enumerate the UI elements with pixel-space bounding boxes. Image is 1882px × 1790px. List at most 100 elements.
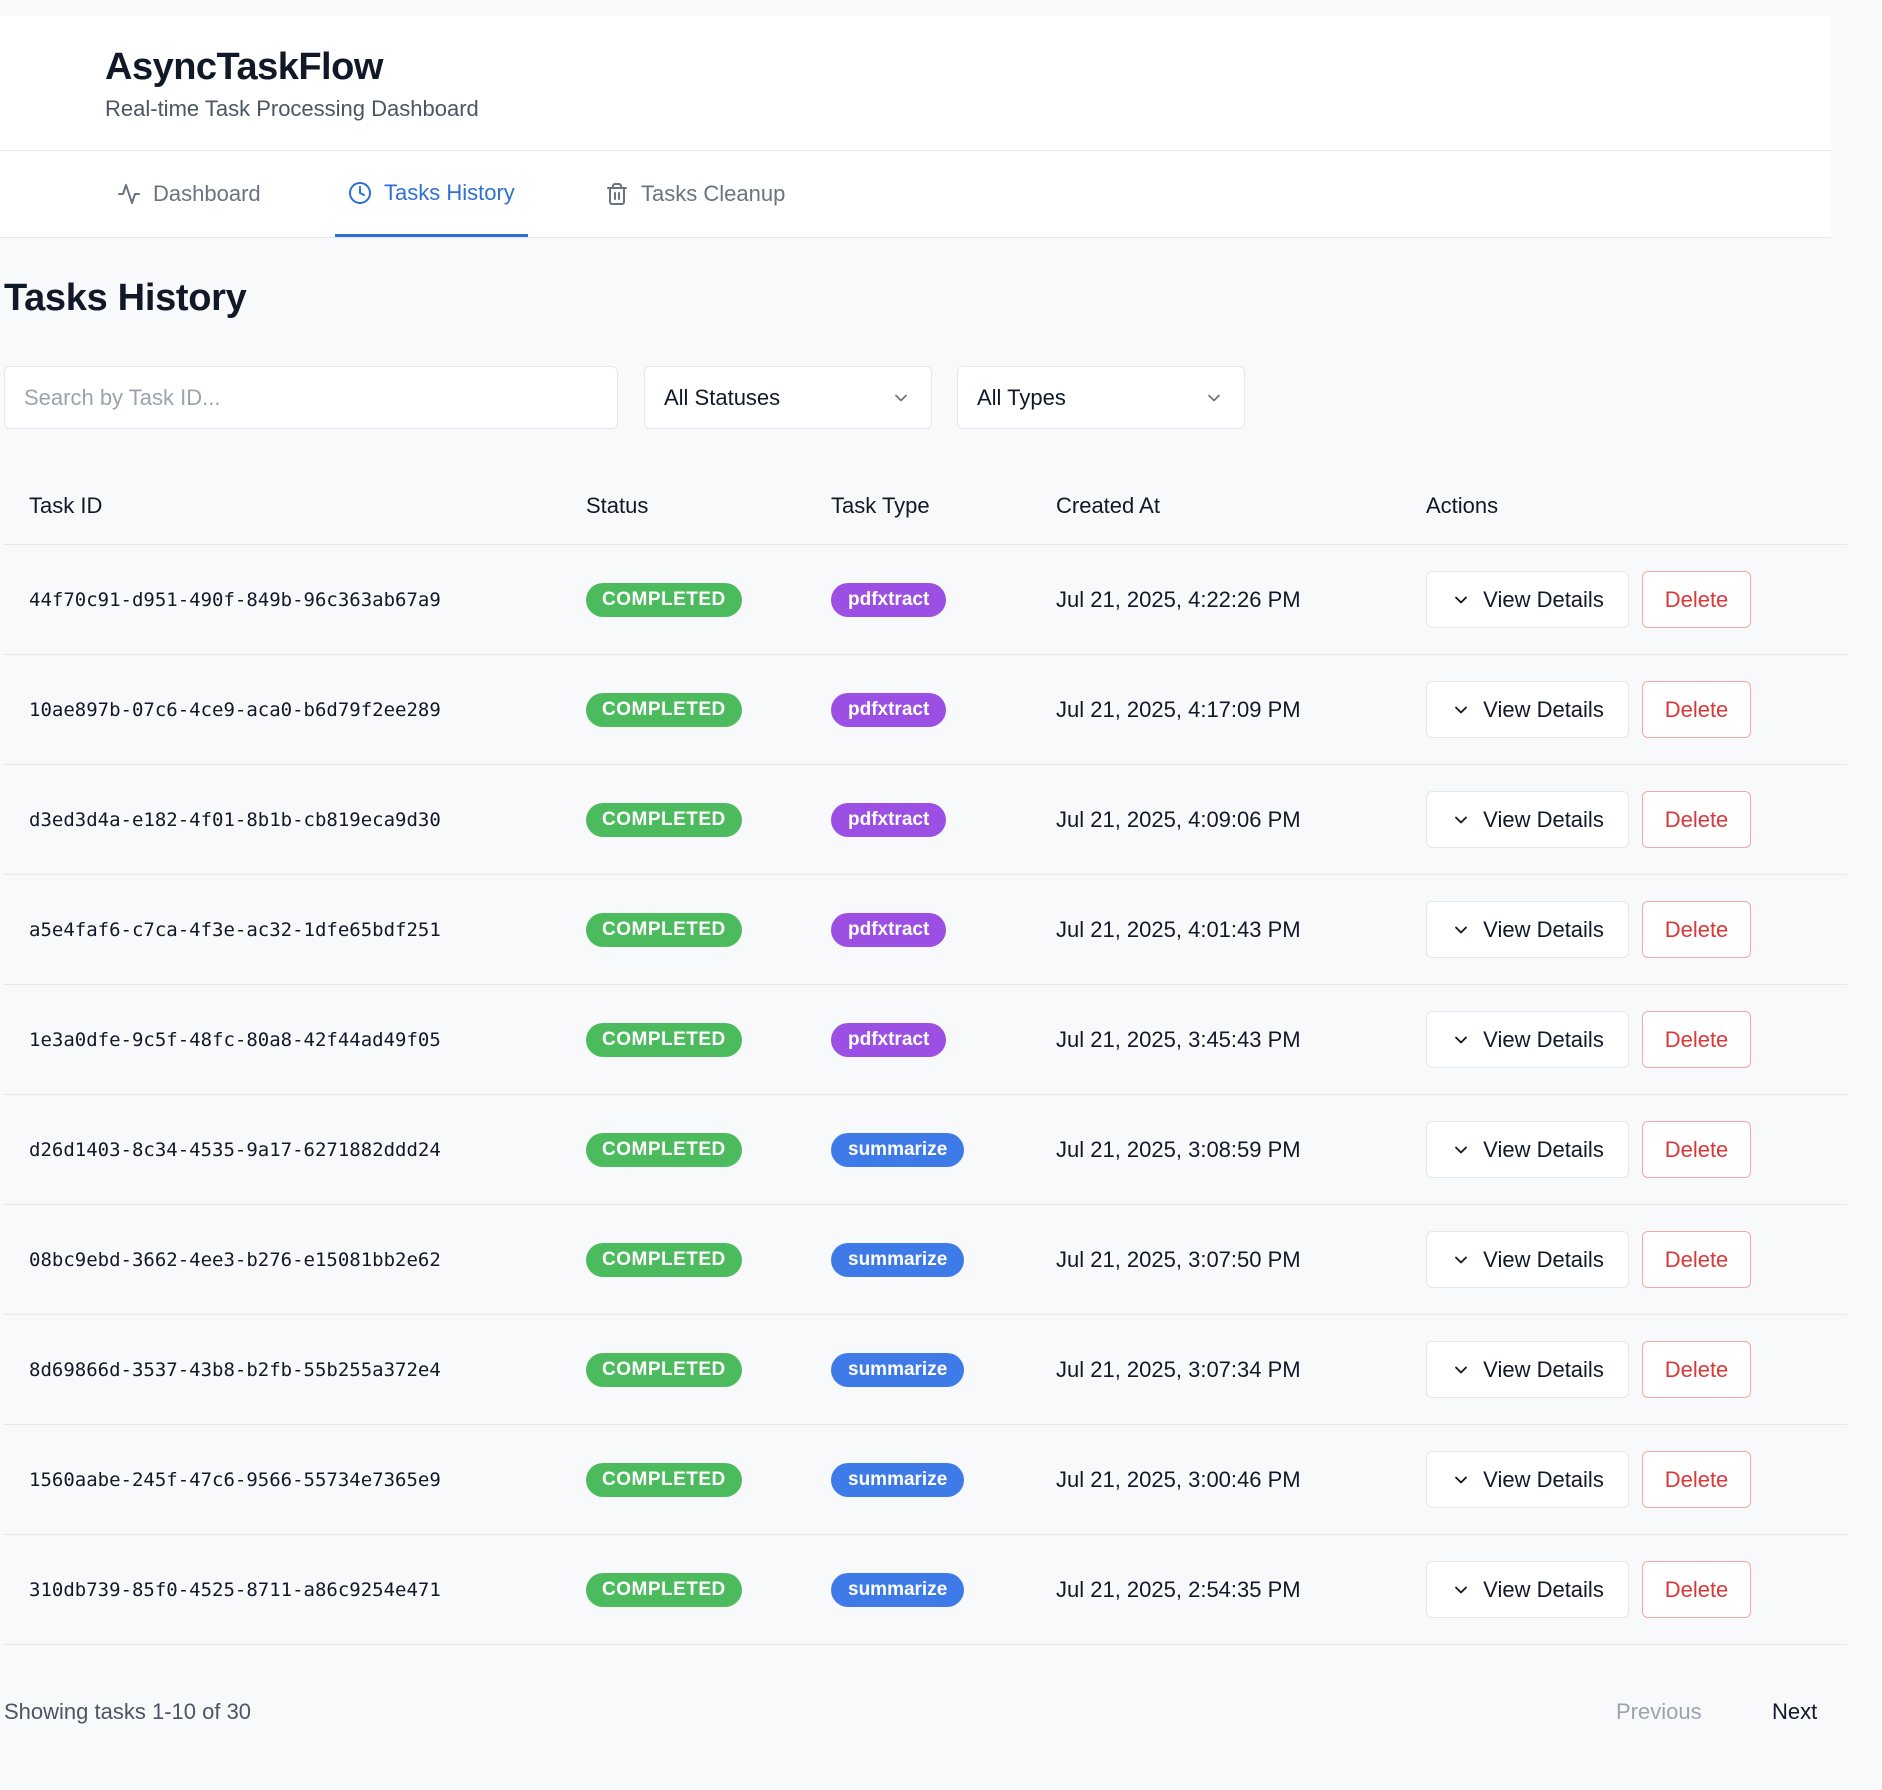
status-cell: COMPLETED: [586, 1425, 742, 1534]
delete-button[interactable]: Delete: [1642, 1121, 1751, 1178]
delete-button[interactable]: Delete: [1642, 1231, 1751, 1288]
row-actions: View Details Delete: [1426, 985, 1751, 1094]
table-row: d26d1403-8c34-4535-9a17-6271882ddd24 COMP…: [4, 1095, 1847, 1205]
tab-tasks-history[interactable]: Tasks History: [335, 151, 528, 237]
task-id: 310db739-85f0-4525-8711-a86c9254e471: [29, 1578, 441, 1601]
view-details-button[interactable]: View Details: [1426, 1341, 1629, 1398]
view-details-label: View Details: [1483, 1136, 1604, 1162]
row-actions: View Details Delete: [1426, 765, 1751, 874]
row-actions: View Details Delete: [1426, 875, 1751, 984]
created-at: Jul 21, 2025, 4:17:09 PM: [1056, 696, 1301, 722]
task-type-cell: summarize: [831, 1205, 965, 1314]
table-row: 1560aabe-245f-47c6-9566-55734e7365e9 COMP…: [4, 1425, 1847, 1535]
status-badge: COMPLETED: [586, 1352, 742, 1387]
status-cell: COMPLETED: [586, 985, 742, 1094]
view-details-button[interactable]: View Details: [1426, 901, 1629, 958]
task-type-cell: summarize: [831, 1095, 965, 1204]
next-page-button[interactable]: Next: [1772, 1699, 1817, 1725]
delete-button[interactable]: Delete: [1642, 1561, 1751, 1618]
chevron-down-icon: [1455, 706, 1468, 713]
created-at: Jul 21, 2025, 3:07:34 PM: [1056, 1356, 1301, 1382]
task-type-cell: pdfxtract: [831, 985, 947, 1094]
view-details-button[interactable]: View Details: [1426, 1011, 1629, 1068]
search-input[interactable]: [4, 366, 618, 429]
view-details-button[interactable]: View Details: [1426, 1121, 1629, 1178]
view-details-button[interactable]: View Details: [1426, 791, 1629, 848]
column-header-status: Status: [586, 493, 649, 518]
row-actions: View Details Delete: [1426, 655, 1751, 764]
view-details-label: View Details: [1483, 916, 1604, 942]
task-id: 44f70c91-d951-490f-849b-96c363ab67a9: [29, 588, 441, 611]
row-actions: View Details Delete: [1426, 1205, 1751, 1314]
status-filter-select[interactable]: All Statuses: [644, 366, 932, 429]
delete-button[interactable]: Delete: [1642, 901, 1751, 958]
status-badge: COMPLETED: [586, 1022, 742, 1057]
column-header-task-id: Task ID: [29, 493, 103, 518]
delete-button[interactable]: Delete: [1642, 791, 1751, 848]
status-filter-value: All Statuses: [664, 384, 781, 410]
task-type-cell: pdfxtract: [831, 875, 947, 984]
task-type-badge: pdfxtract: [831, 802, 947, 837]
view-details-button[interactable]: View Details: [1426, 1231, 1629, 1288]
task-type-cell: summarize: [831, 1535, 965, 1644]
chevron-down-icon: [1455, 1146, 1468, 1153]
chevron-down-icon: [1455, 596, 1468, 603]
app-header: AsyncTaskFlow Real-time Task Processing …: [0, 16, 1831, 151]
status-cell: COMPLETED: [586, 1535, 742, 1644]
task-id: d26d1403-8c34-4535-9a17-6271882ddd24: [29, 1138, 441, 1161]
delete-button[interactable]: Delete: [1642, 1451, 1751, 1508]
row-actions: View Details Delete: [1426, 1425, 1751, 1534]
page-title: Tasks History: [4, 277, 247, 319]
trash-icon: [607, 183, 627, 205]
tab-dashboard[interactable]: Dashboard: [117, 151, 261, 237]
app-title: AsyncTaskFlow: [105, 46, 383, 88]
view-details-button[interactable]: View Details: [1426, 1451, 1629, 1508]
created-at: Jul 21, 2025, 4:01:43 PM: [1056, 916, 1301, 942]
task-id: a5e4faf6-c7ca-4f3e-ac32-1dfe65bdf251: [29, 918, 441, 941]
type-filter-select[interactable]: All Types: [957, 366, 1245, 429]
delete-button[interactable]: Delete: [1642, 571, 1751, 628]
previous-page-button[interactable]: Previous: [1616, 1699, 1702, 1725]
status-badge: COMPLETED: [586, 1132, 742, 1167]
task-type-badge: pdfxtract: [831, 582, 947, 617]
table-row: d3ed3d4a-e182-4f01-8b1b-cb819eca9d30 COMP…: [4, 765, 1847, 875]
clock-icon: [349, 181, 371, 204]
view-details-button[interactable]: View Details: [1426, 681, 1629, 738]
tab-tasks-cleanup[interactable]: Tasks Cleanup: [605, 151, 785, 237]
chevron-down-icon: [1455, 1476, 1468, 1483]
delete-button[interactable]: Delete: [1642, 1341, 1751, 1398]
status-badge: COMPLETED: [586, 1462, 742, 1497]
view-details-button[interactable]: View Details: [1426, 1561, 1629, 1618]
tab-tasks-history-label: Tasks History: [384, 179, 515, 205]
activity-icon: [118, 184, 140, 204]
status-cell: COMPLETED: [586, 1095, 742, 1204]
delete-button[interactable]: Delete: [1642, 1011, 1751, 1068]
task-type-cell: pdfxtract: [831, 545, 947, 654]
view-details-button[interactable]: View Details: [1426, 571, 1629, 628]
task-type-cell: summarize: [831, 1425, 965, 1534]
task-id: 08bc9ebd-3662-4ee3-b276-e15081bb2e62: [29, 1248, 441, 1271]
created-at: Jul 21, 2025, 3:00:46 PM: [1056, 1466, 1301, 1492]
status-badge: COMPLETED: [586, 582, 742, 617]
task-type-cell: pdfxtract: [831, 655, 947, 764]
tab-dashboard-label: Dashboard: [153, 181, 261, 206]
task-type-cell: pdfxtract: [831, 765, 947, 874]
task-id: 10ae897b-07c6-4ce9-aca0-b6d79f2ee289: [29, 698, 441, 721]
created-at: Jul 21, 2025, 3:08:59 PM: [1056, 1136, 1301, 1162]
delete-button[interactable]: Delete: [1642, 681, 1751, 738]
view-details-label: View Details: [1483, 1356, 1604, 1382]
chevron-down-icon: [1455, 816, 1468, 823]
task-type-badge: pdfxtract: [831, 1022, 947, 1057]
task-type-badge: summarize: [831, 1572, 965, 1607]
view-details-label: View Details: [1483, 696, 1604, 722]
task-type-cell: summarize: [831, 1315, 965, 1424]
status-cell: COMPLETED: [586, 1315, 742, 1424]
tab-tasks-cleanup-label: Tasks Cleanup: [641, 181, 786, 206]
task-type-badge: summarize: [831, 1242, 965, 1277]
type-filter-value: All Types: [977, 384, 1066, 410]
table-row: 310db739-85f0-4525-8711-a86c9254e471 COMP…: [4, 1535, 1847, 1645]
task-id: 1e3a0dfe-9c5f-48fc-80a8-42f44ad49f05: [29, 1028, 441, 1051]
view-details-label: View Details: [1483, 806, 1604, 832]
status-cell: COMPLETED: [586, 875, 742, 984]
task-type-badge: summarize: [831, 1462, 965, 1497]
